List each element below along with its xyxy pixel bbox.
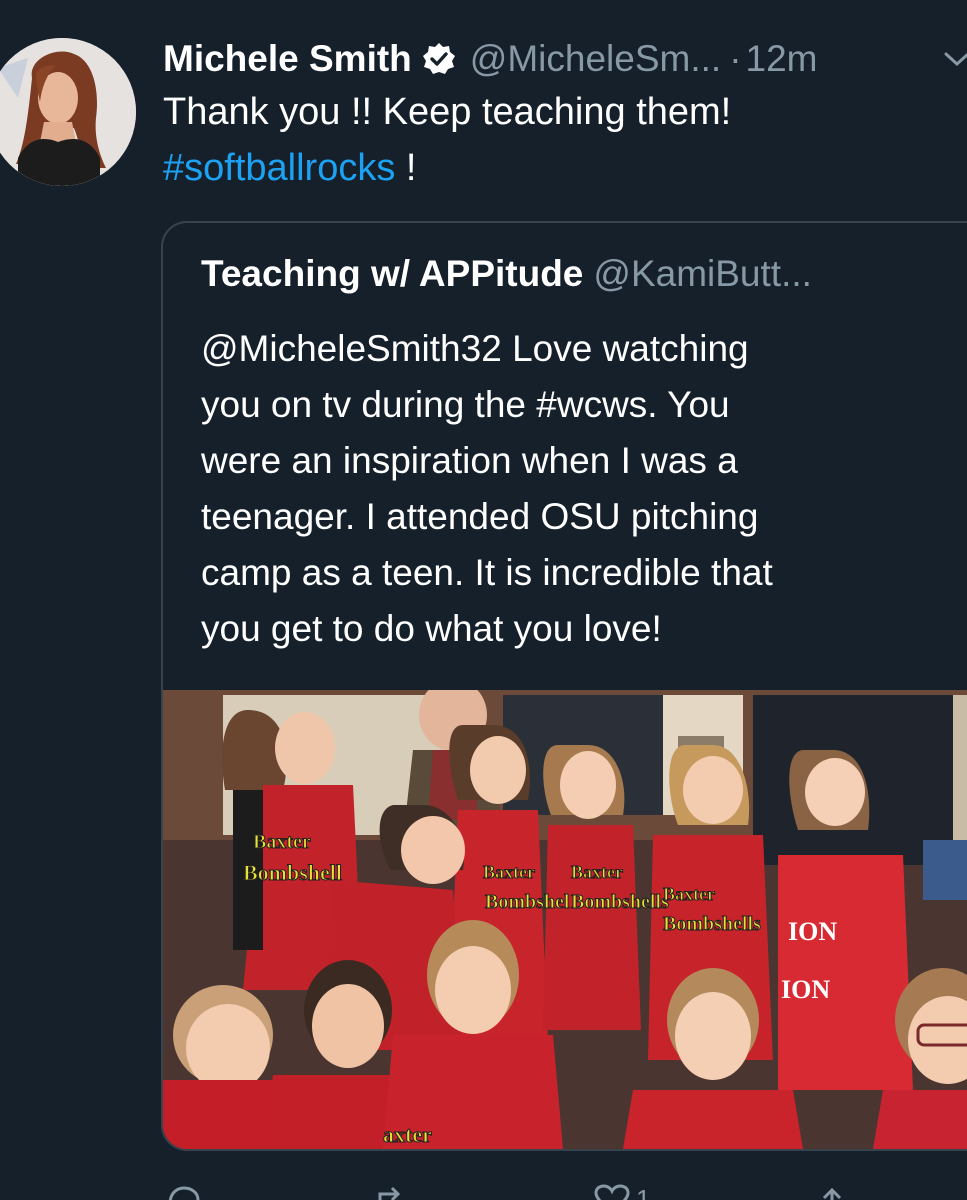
separator-dot: · xyxy=(729,38,742,79)
chevron-down-icon[interactable] xyxy=(942,48,967,70)
svg-text:Baxter: Baxter xyxy=(571,862,623,882)
tweet-view: Michele Smith @MicheleSm... · 12m Thank … xyxy=(0,0,967,1200)
verified-badge-icon xyxy=(422,42,456,76)
share-icon[interactable] xyxy=(812,1184,852,1200)
svg-text:Baxter: Baxter xyxy=(663,884,715,904)
tweet-timestamp[interactable]: 12m xyxy=(746,38,818,80)
svg-text:Bombshells: Bombshells xyxy=(571,891,669,913)
tweet-text: Thank you !! Keep teaching them! #softba… xyxy=(163,84,943,196)
quoted-tweet-photo[interactable]: Baxter Bombshell Baxter Bombshel Baxter … xyxy=(163,690,967,1149)
quoted-tweet-header: Teaching w/ APPitude @KamiButt... xyxy=(201,253,812,295)
avatar-photo xyxy=(0,38,136,186)
tweet-text-line: Thank you !! Keep teaching them! xyxy=(163,91,732,133)
svg-text:Bombshel: Bombshel xyxy=(485,891,570,913)
avatar[interactable] xyxy=(0,38,136,186)
heart-icon[interactable] xyxy=(592,1184,632,1200)
svg-text:Baxter: Baxter xyxy=(253,831,311,853)
reply-icon[interactable] xyxy=(164,1184,204,1200)
svg-text:axter: axter xyxy=(383,1122,432,1147)
quoted-tweet-card[interactable]: Teaching w/ APPitude @KamiButt... @Michel… xyxy=(161,221,967,1151)
author-handle[interactable]: @MicheleSm... xyxy=(470,38,721,80)
retweet-icon[interactable] xyxy=(372,1184,412,1200)
tweet-header: Michele Smith @MicheleSm... · 12m xyxy=(163,30,818,88)
svg-text:Bombshell: Bombshell xyxy=(243,860,342,885)
quoted-author-handle: @KamiButt... xyxy=(593,253,812,294)
svg-text:ION: ION xyxy=(781,975,830,1004)
hashtag-link[interactable]: #softballrocks xyxy=(163,147,395,189)
quoted-tweet-text: @MicheleSmith32 Love watching you on tv … xyxy=(201,328,773,649)
svg-text:ION: ION xyxy=(788,917,837,946)
like-count: 1 xyxy=(636,1184,651,1200)
svg-text:Baxter: Baxter xyxy=(483,862,535,882)
tweet-text-tail: ! xyxy=(395,147,417,189)
tweet-action-bar: 1 xyxy=(0,1178,967,1200)
quoted-author-name: Teaching w/ APPitude xyxy=(201,253,584,294)
svg-text:Bombshells: Bombshells xyxy=(663,913,761,935)
author-name[interactable]: Michele Smith xyxy=(163,38,412,80)
